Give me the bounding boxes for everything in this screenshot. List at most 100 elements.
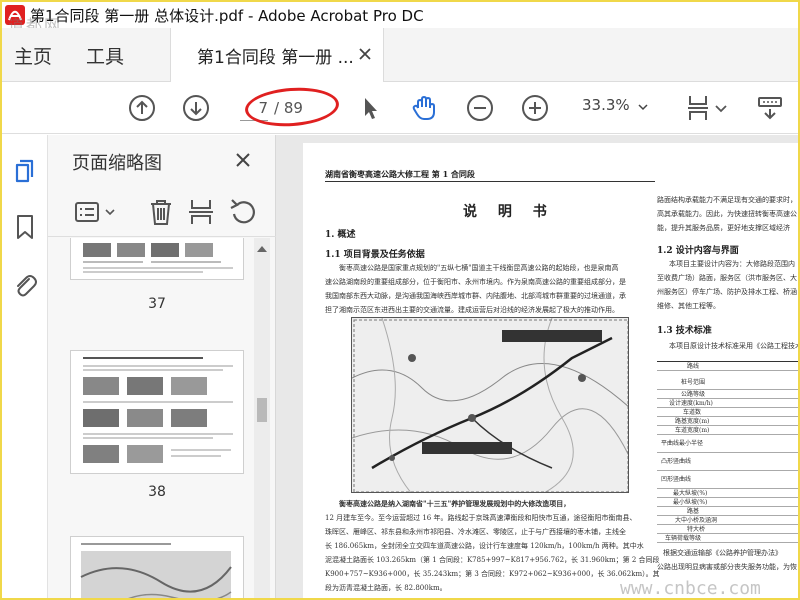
paragraph-line: 根据交通运输部《公路养护管理办法》	[663, 549, 782, 557]
hand-tool-button[interactable]	[408, 92, 440, 124]
paragraph-line: 长 186.065km，全封闭全立交四车道高速公路，设计行车速度每 120km/…	[325, 542, 644, 550]
paragraph-line: K900+757~K936+000，长 35.243km；第 3 合同段：K97…	[325, 570, 659, 578]
page-thumbnails-icon[interactable]	[11, 157, 39, 185]
thumbnails-title: 页面缩略图	[72, 153, 162, 174]
route-map-image	[351, 317, 629, 493]
section-heading: 1.1 项目背景及任务依据	[325, 250, 425, 260]
bookmark-icon[interactable]	[11, 213, 39, 241]
table-row: 车道宽度(m)	[657, 426, 798, 435]
table-row: 大中小桥及涵洞	[657, 516, 798, 525]
table-row: 路基	[657, 507, 798, 516]
scrollbar-thumb[interactable]	[257, 398, 267, 422]
thumbnail-page-39[interactable]	[70, 536, 244, 598]
table-row: 平曲线最小半径	[657, 435, 798, 453]
section-heading: 1.2 设计内容与界面	[657, 246, 739, 256]
map-caption: 衡枣高速公路是纳入湖南省"十三五"养护管理发展规划中的大修改造项目，	[339, 499, 571, 508]
table-row: 凹形竖曲线	[657, 471, 798, 489]
table-row: 设计速度(km/h)	[657, 399, 798, 408]
zoom-in-icon	[522, 95, 548, 121]
paragraph-line: 12 月建车至今。至今运营超过 16 年。路线起于京珠高速潭衡段和阳快市互通，途…	[325, 514, 637, 522]
paragraph-line: 衡枣高速公路是国家重点规划的"五纵七横"国道主干线衡昆高速公路的起始段，也是泉南…	[339, 264, 619, 272]
page-total: / 89	[274, 99, 303, 117]
next-page-button[interactable]	[180, 92, 212, 124]
table-row: 最大纵坡(%)	[657, 489, 798, 498]
paragraph-line: 本项目主要设计内容为：大修路段范围内	[669, 260, 795, 268]
chevron-up-icon[interactable]	[254, 242, 270, 256]
thumbnail-preview	[80, 543, 232, 598]
tools-menu-button[interactable]	[754, 92, 786, 124]
tab-home[interactable]: 主页	[14, 28, 52, 82]
table-row: 车道数	[657, 408, 798, 417]
chevron-down-icon[interactable]	[104, 197, 116, 227]
header-rule	[325, 181, 655, 182]
table-row: 路基宽度(m)	[657, 417, 798, 426]
tab-bar: 主页 工具 第1合同段 第一册 ...	[2, 28, 798, 83]
paragraph-line: 州服务区）停车广场、防护及排水工程、桥涵	[657, 288, 797, 296]
page-layout-icon	[688, 96, 727, 120]
table-row: 最小纵坡(%)	[657, 498, 798, 507]
thumbnails-toolbar	[48, 187, 276, 237]
arrow-down-icon	[183, 95, 209, 121]
zoom-out-icon	[467, 95, 493, 121]
select-pointer-icon	[365, 98, 377, 119]
tools-menu-icon	[758, 97, 782, 120]
paragraph-line: 泥混凝土路面长 103.265km（第 1 合同段：K785+997~K817+…	[325, 556, 659, 564]
acrobat-logo-icon	[2, 2, 28, 28]
document-header: 湖南省衡枣高速公路大修工程 第 1 合同段	[325, 169, 475, 179]
paragraph-line: 路面结构承载能力不满足现有交通的要求时，	[657, 196, 797, 204]
thumbnail-label: 37	[148, 296, 166, 312]
chevron-down-icon[interactable]	[638, 102, 648, 112]
delete-trash-icon[interactable]	[146, 197, 176, 227]
arrow-up-icon	[129, 95, 155, 121]
thumbnail-preview	[83, 243, 233, 273]
select-tool-button[interactable]	[354, 92, 386, 124]
table-row: 桩号范围	[657, 376, 798, 390]
paragraph-line: 高其承载能力。因此，为快速扭转衡枣高速公	[657, 210, 797, 218]
paragraph-line: 速公路湖南段的重要组成部分，位于衡阳市、永州市境内。作为泉南高速公路的重要组成部…	[325, 278, 626, 286]
page-navigator: / 89	[240, 94, 336, 122]
rotate-icon[interactable]	[228, 197, 258, 227]
page-layout-button[interactable]	[686, 92, 730, 124]
toolbar: / 89 33.3%	[2, 82, 798, 134]
thumbnail-page-38[interactable]	[70, 350, 244, 474]
thumbnail-scrollbar[interactable]	[254, 238, 270, 598]
document-view[interactable]: 湖南省衡枣高速公路大修工程 第 1 合同段 说 明 书 1. 概述 1.1 项目…	[276, 135, 798, 598]
thumbnail-page-37[interactable]	[70, 238, 244, 280]
table-row: 特大桥	[657, 525, 798, 534]
paragraph-line: 我国南部东西大动脉，是沟通我国海峡西岸城市群、内陆腹地、北部湾城市群重要的过境通…	[325, 292, 626, 300]
pdf-page: 湖南省衡枣高速公路大修工程 第 1 合同段 说 明 书 1. 概述 1.1 项目…	[303, 143, 798, 598]
hand-tool-icon	[412, 96, 435, 120]
paragraph-line: 担了湘南示范区东进西出主要的交通流量。建成运营后对沿线的经济发展起了极大的推动作…	[325, 306, 619, 314]
zoom-in-button[interactable]	[519, 92, 551, 124]
tab-tools[interactable]: 工具	[86, 28, 124, 82]
zoom-out-button[interactable]	[464, 92, 496, 124]
table-row: 车辆荷载等级	[657, 534, 798, 543]
paragraph-line: 段为沥青混凝土路面，长 82.800km。	[325, 584, 447, 592]
table-row: 路线	[657, 362, 798, 371]
previous-page-button[interactable]	[126, 92, 158, 124]
paragraph-line: 维修、其他工程等。	[657, 302, 720, 310]
thumbnails-pane: 页面缩略图 37 38	[48, 135, 276, 598]
section-heading: 1. 概述	[325, 230, 356, 240]
paragraph-line: 珠晖区、雁峰区、祁东县和永州市祁阳县、冷水滩区、零陵区，止于与广西接壤的枣木铺，…	[325, 528, 626, 536]
thumbnail-label: 38	[148, 484, 166, 500]
page-number-input[interactable]	[240, 95, 268, 121]
thumbnail-list: 37 38	[48, 238, 276, 598]
thumbnail-preview	[83, 357, 233, 463]
zoom-level[interactable]: 33.3%	[582, 96, 630, 114]
paragraph-line: 能，提升其服务品质，更好地支撑区域经济	[657, 224, 790, 232]
left-rail	[2, 135, 48, 598]
paragraph-line: 本项目原设计技术标准采用《公路工程技术	[669, 342, 798, 350]
tab-document[interactable]: 第1合同段 第一册 ...	[170, 28, 384, 83]
section-heading: 1.3 技术标准	[657, 326, 712, 336]
table-row: 凸形竖曲线	[657, 453, 798, 471]
thumbnail-options-icon[interactable]	[74, 197, 104, 227]
page-layout-icon[interactable]	[186, 197, 216, 227]
attachment-icon[interactable]	[11, 271, 39, 299]
table-row: 公路等级	[657, 390, 798, 399]
close-icon[interactable]	[234, 151, 252, 169]
technical-standards-table: 路线 桩号范围 公路等级 设计速度(km/h) 车道数 路基宽度(m) 车道宽度…	[657, 361, 798, 591]
title-bar: 第1合同段 第一册 总体设计.pdf - Adobe Acrobat Pro D…	[2, 2, 798, 28]
close-icon[interactable]	[357, 46, 373, 62]
paragraph-line: 至收费广场）路面，服务区（洪市服务区、大	[657, 274, 797, 282]
